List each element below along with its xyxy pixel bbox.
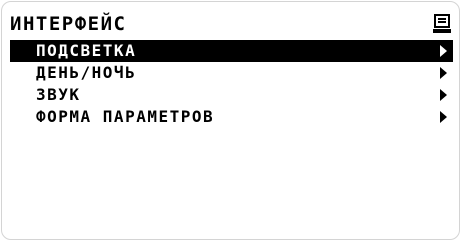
menu-item-sound[interactable]: ЗВУК	[10, 84, 453, 106]
menu-item-day-night[interactable]: ДЕНЬ/НОЧЬ	[10, 62, 453, 84]
chevron-right-icon	[440, 89, 447, 101]
menu-item-parameter-form[interactable]: ФОРМА ПАРАМЕТРОВ	[10, 106, 453, 128]
monitor-screen-shape	[434, 14, 450, 28]
page-title: ИНТЕРФЕЙС	[10, 13, 127, 35]
menu-item-backlight[interactable]: ПОДСВЕТКА	[10, 40, 453, 62]
menu-item-label: ПОДСВЕТКА	[36, 41, 137, 60]
monitor-icon	[433, 13, 451, 35]
device-screen: ИНТЕРФЕЙС ПОДСВЕТКА ДЕНЬ/НОЧЬ ЗВУК ФОРМА…	[1, 1, 460, 240]
monitor-base-shape	[433, 29, 451, 33]
menu-item-label: ЗВУК	[36, 85, 81, 104]
chevron-right-icon	[440, 67, 447, 79]
menu-item-label: ДЕНЬ/НОЧЬ	[36, 63, 137, 82]
settings-menu: ПОДСВЕТКА ДЕНЬ/НОЧЬ ЗВУК ФОРМА ПАРАМЕТРО…	[10, 40, 453, 128]
header: ИНТЕРФЕЙС	[10, 12, 453, 36]
menu-item-label: ФОРМА ПАРАМЕТРОВ	[36, 107, 215, 126]
chevron-right-icon	[440, 45, 447, 57]
chevron-right-icon	[440, 111, 447, 123]
